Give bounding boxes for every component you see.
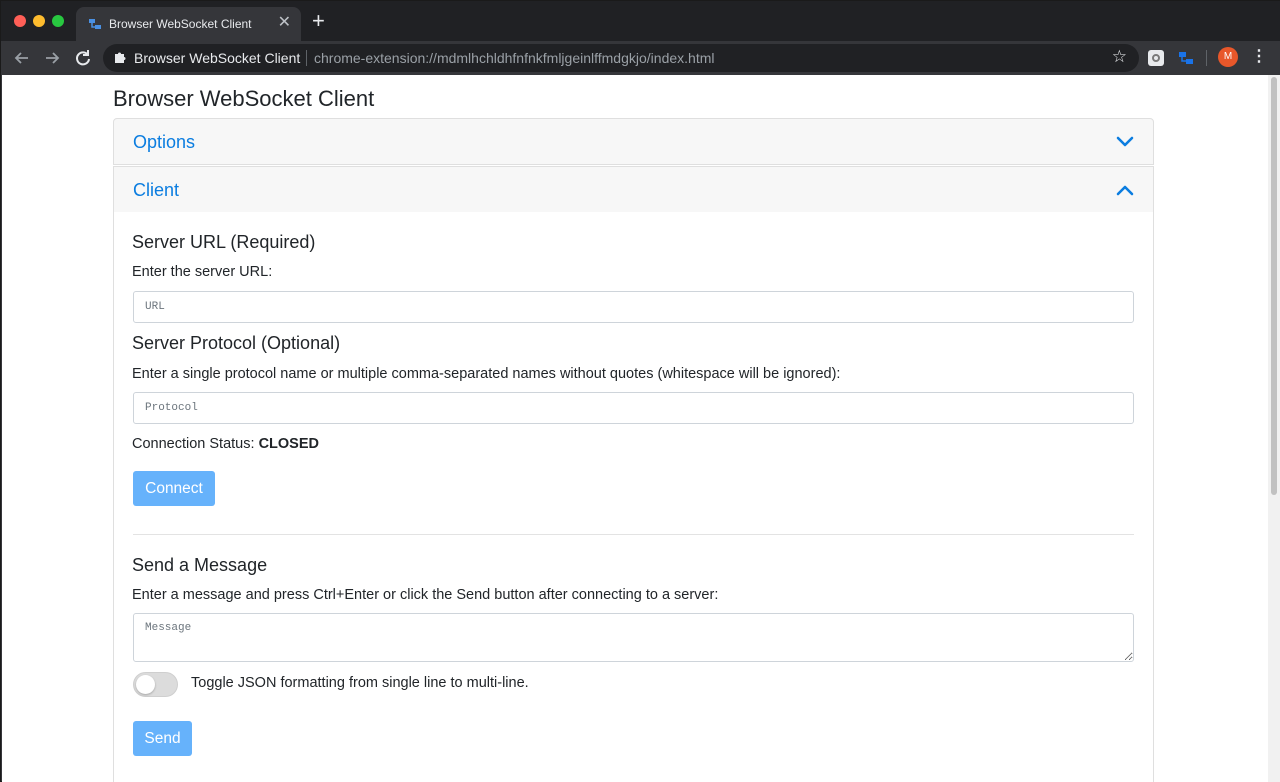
active-tab[interactable]: Browser WebSocket Client ✕ xyxy=(76,7,301,41)
page-content: Browser WebSocket Client Options Client … xyxy=(2,75,1268,782)
url-text[interactable]: chrome-extension://mdmlhchldhfnfnkfmljge… xyxy=(314,50,714,66)
chevron-down-icon xyxy=(1116,136,1134,147)
toolbar-divider xyxy=(1206,50,1207,66)
browser-window: Browser WebSocket Client ✕ + Browser Web… xyxy=(0,0,1280,782)
forward-button[interactable] xyxy=(40,46,64,70)
tab-title: Browser WebSocket Client xyxy=(109,17,252,31)
server-protocol-label: Enter a single protocol name or multiple… xyxy=(132,366,841,382)
server-protocol-heading: Server Protocol (Optional) xyxy=(132,333,341,353)
section-divider xyxy=(133,534,1134,535)
send-message-heading: Send a Message xyxy=(132,555,268,575)
arrow-right-icon xyxy=(46,52,60,64)
toggle-knob xyxy=(136,675,155,694)
profile-avatar[interactable]: M xyxy=(1218,47,1238,67)
connection-status: Connection Status: CLOSED xyxy=(132,436,319,452)
back-button[interactable] xyxy=(10,46,34,70)
minimize-window-button[interactable] xyxy=(33,15,45,27)
page-title: Browser WebSocket Client xyxy=(113,86,375,111)
server-url-label: Enter the server URL: xyxy=(132,264,273,280)
reload-icon xyxy=(76,50,90,66)
address-separator xyxy=(306,50,307,66)
address-bar[interactable]: Browser WebSocket Client chrome-extensio… xyxy=(103,44,1139,72)
star-icon[interactable]: ☆ xyxy=(1112,47,1127,67)
close-window-button[interactable] xyxy=(14,15,26,27)
connect-button[interactable]: Connect xyxy=(133,471,215,506)
options-header-label: Options xyxy=(133,132,196,152)
tab-strip: Browser WebSocket Client ✕ + xyxy=(1,1,1280,41)
websocket-extension-icon[interactable] xyxy=(1178,50,1194,66)
vertical-dots-icon[interactable]: ⋮ xyxy=(1251,45,1267,69)
json-format-toggle-label: Toggle JSON formatting from single line … xyxy=(191,675,529,691)
send-button[interactable]: Send xyxy=(133,721,192,756)
message-textarea[interactable] xyxy=(133,613,1134,662)
options-accordion-header[interactable]: Options xyxy=(113,118,1154,165)
extension-icon[interactable] xyxy=(1148,50,1164,66)
browser-toolbar: Browser WebSocket Client chrome-extensio… xyxy=(1,41,1280,75)
new-tab-button[interactable]: + xyxy=(312,10,325,32)
connection-status-label: Connection Status: xyxy=(132,436,259,452)
server-url-heading: Server URL (Required) xyxy=(132,232,316,252)
scrollbar-thumb[interactable] xyxy=(1271,77,1277,495)
websocket-icon xyxy=(89,19,101,29)
page-scrollbar[interactable] xyxy=(1268,75,1280,782)
send-message-label: Enter a message and press Ctrl+Enter or … xyxy=(132,587,719,603)
server-protocol-input[interactable] xyxy=(133,392,1134,424)
client-header-label: Client xyxy=(133,180,180,200)
server-url-input[interactable] xyxy=(133,291,1134,323)
reload-button[interactable] xyxy=(71,46,95,70)
connection-status-value: CLOSED xyxy=(258,436,319,452)
arrow-left-icon xyxy=(14,52,28,64)
chevron-up-icon xyxy=(1116,185,1134,196)
site-name: Browser WebSocket Client xyxy=(134,50,301,66)
json-format-toggle[interactable] xyxy=(133,672,178,697)
client-accordion-header[interactable]: Client xyxy=(113,166,1154,213)
maximize-window-button[interactable] xyxy=(52,15,64,27)
puzzle-piece-icon xyxy=(115,52,126,63)
tab-close-icon[interactable]: ✕ xyxy=(278,14,291,32)
